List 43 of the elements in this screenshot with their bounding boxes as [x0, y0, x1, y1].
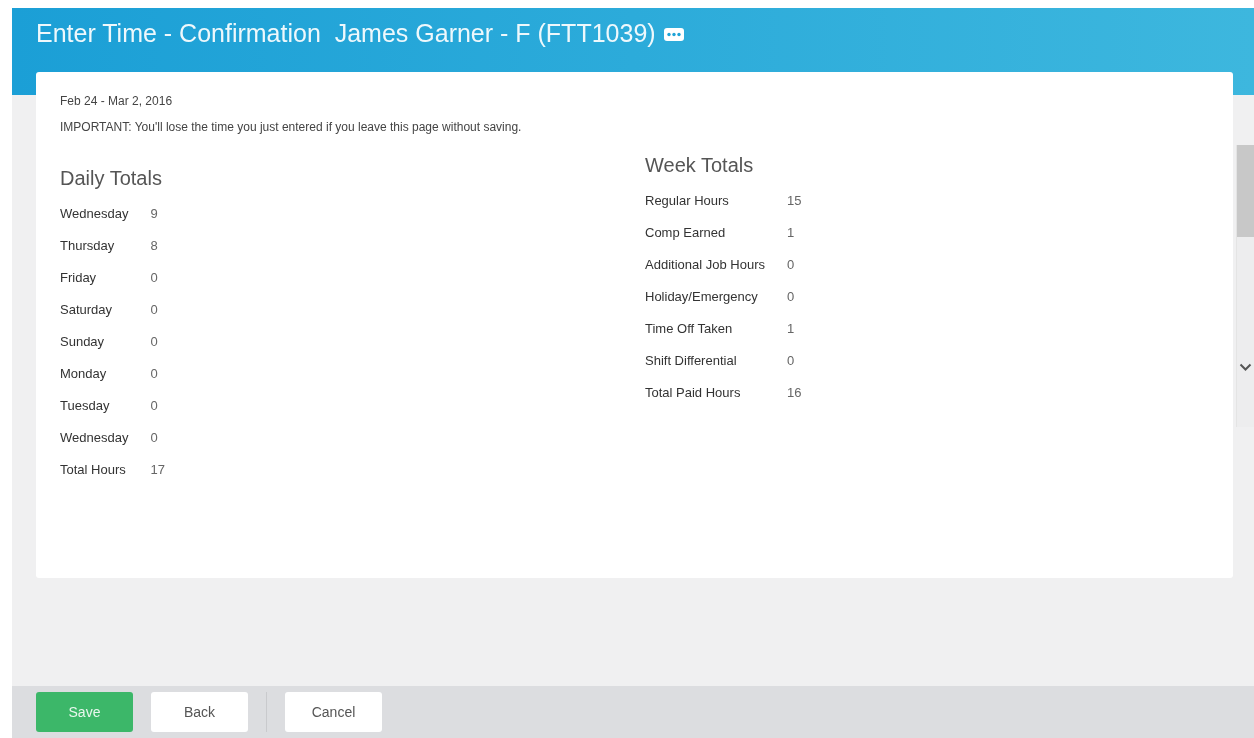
total-label: Total Hours [60, 462, 127, 477]
total-value: 0 [150, 302, 159, 317]
total-label: Wednesday [60, 206, 129, 221]
total-label: Thursday [60, 238, 116, 253]
total-label: Tuesday [60, 398, 111, 413]
total-value: 17 [150, 462, 165, 477]
total-label: Wednesday [60, 430, 129, 445]
total-label: Comp Earned [645, 225, 727, 240]
total-value: 1 [786, 225, 796, 240]
total-label: Time Off Taken [645, 321, 734, 336]
total-label: Additional Job Hours [645, 257, 765, 272]
total-value: 15 [786, 193, 802, 208]
total-value: 0 [150, 366, 159, 381]
total-value: 0 [786, 289, 796, 304]
date-range: Feb 24 - Mar 2, 2016 [60, 94, 174, 108]
total-value: 0 [786, 353, 796, 368]
section-heading: Daily Totals [60, 167, 163, 190]
total-label: Friday [60, 270, 98, 285]
scrollbar[interactable] [1236, 145, 1254, 427]
action-button[interactable]: Cancel [285, 692, 382, 732]
page-title: Enter Time - Confirmation James Garner - F (FTT1039) [36, 18, 656, 48]
section-heading: Week Totals [645, 154, 755, 177]
total-label: Monday [60, 366, 108, 381]
total-value: 16 [786, 385, 802, 400]
total-label: Total Paid Hours [645, 385, 742, 400]
total-label: Saturday [60, 302, 114, 317]
total-value: 1 [786, 321, 796, 336]
chevron-down-icon[interactable] [1239, 363, 1252, 372]
total-value: 0 [150, 334, 159, 349]
total-value: 0 [150, 270, 159, 285]
total-value: 0 [150, 398, 159, 413]
total-label: Holiday/Emergency [645, 289, 759, 304]
warning-text: IMPORTANT: You'll lose the time you just entered if you leave this page without saving. [60, 120, 523, 134]
action-button[interactable]: Back [151, 692, 248, 732]
scroll-thumb[interactable] [1237, 145, 1254, 237]
total-value: 0 [786, 257, 796, 272]
total-label: Regular Hours [645, 193, 730, 208]
total-label: Sunday [60, 334, 106, 349]
total-value: 8 [150, 238, 159, 253]
more-icon[interactable] [663, 28, 684, 41]
total-value: 9 [150, 206, 159, 221]
total-value: 0 [150, 430, 159, 445]
total-label: Shift Differential [645, 353, 738, 368]
